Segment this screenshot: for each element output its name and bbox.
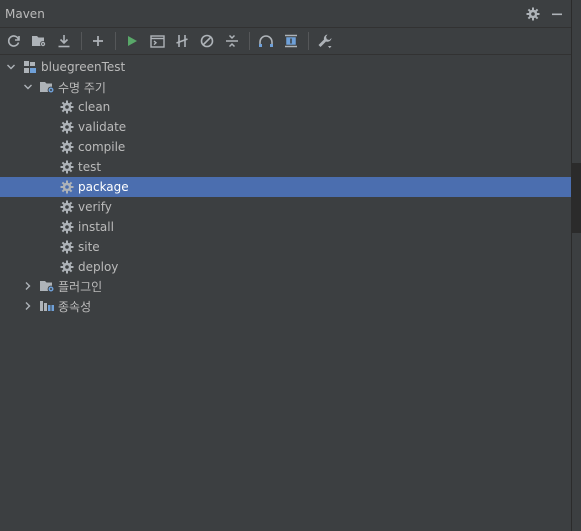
execute-goal-icon[interactable] — [145, 29, 169, 53]
tree-node-goal[interactable]: compile — [0, 137, 571, 157]
chevron-down-icon[interactable] — [4, 60, 18, 74]
stripe-tab[interactable] — [572, 112, 581, 160]
toolbar-separator — [81, 32, 82, 50]
tree-node-dependencies[interactable]: 종속성 — [0, 296, 571, 316]
dependencies-library-icon — [39, 298, 55, 314]
toggle-offline-icon[interactable] — [170, 29, 194, 53]
goal-label: verify — [78, 200, 112, 214]
tree-node-goal[interactable]: validate — [0, 117, 571, 137]
maven-tool-window: Maven bluegreenTest 수명 주기 clean validate… — [0, 0, 581, 531]
gear-icon — [59, 199, 75, 215]
tree-node-goal[interactable]: install — [0, 217, 571, 237]
goal-label: install — [78, 220, 114, 234]
goal-label: compile — [78, 140, 126, 154]
gear-icon — [59, 139, 75, 155]
generate-sources-icon[interactable] — [27, 29, 51, 53]
tree-node-lifecycle[interactable]: 수명 주기 — [0, 77, 571, 97]
toolbar-separator — [308, 32, 309, 50]
tree-node-goal-selected[interactable]: package — [0, 177, 571, 197]
gear-icon — [59, 179, 75, 195]
plugins-folder-icon — [39, 278, 55, 294]
expand-all-icon[interactable] — [279, 29, 303, 53]
gear-icon — [59, 119, 75, 135]
stripe-tab-maven[interactable] — [572, 163, 581, 233]
goal-label: clean — [78, 100, 111, 114]
toolbar-separator — [249, 32, 250, 50]
goal-label: package — [78, 180, 129, 194]
dependencies-label: 종속성 — [58, 299, 92, 314]
add-icon[interactable] — [86, 29, 110, 53]
settings-wrench-icon[interactable] — [313, 29, 337, 53]
download-icon[interactable] — [52, 29, 76, 53]
chevron-down-icon[interactable] — [21, 80, 35, 94]
gear-icon — [59, 159, 75, 175]
toolbar-separator — [115, 32, 116, 50]
tree-node-project[interactable]: bluegreenTest — [0, 57, 571, 77]
skip-tests-icon[interactable] — [195, 29, 219, 53]
tool-window-header: Maven — [0, 0, 571, 28]
lifecycle-folder-icon — [39, 79, 55, 95]
gear-icon — [59, 259, 75, 275]
lifecycle-label: 수명 주기 — [58, 80, 106, 95]
maven-project-icon — [22, 59, 38, 75]
show-dependencies-icon[interactable] — [254, 29, 278, 53]
tool-window-title: Maven — [5, 6, 45, 21]
maven-toolbar — [0, 28, 571, 55]
tree-node-goal[interactable]: test — [0, 157, 571, 177]
maven-project-tree: bluegreenTest 수명 주기 clean validate compi… — [0, 56, 571, 531]
tree-node-goal[interactable]: deploy — [0, 257, 571, 277]
reload-icon[interactable] — [2, 29, 26, 53]
goal-label: validate — [78, 120, 127, 134]
goal-label: deploy — [78, 260, 119, 274]
minimize-icon[interactable] — [547, 4, 567, 24]
settings-gear-icon[interactable] — [523, 4, 543, 24]
gear-icon — [59, 239, 75, 255]
run-icon[interactable] — [120, 29, 144, 53]
project-label: bluegreenTest — [41, 60, 126, 74]
plugins-label: 플러그인 — [58, 279, 103, 294]
gear-icon — [59, 219, 75, 235]
right-tool-stripe — [571, 0, 581, 531]
stripe-tab[interactable] — [572, 28, 581, 108]
tree-node-goal[interactable]: verify — [0, 197, 571, 217]
tree-node-plugins[interactable]: 플러그인 — [0, 276, 571, 296]
tree-node-goal[interactable]: site — [0, 237, 571, 257]
collapse-icon[interactable] — [220, 29, 244, 53]
gear-icon — [59, 99, 75, 115]
goal-label: site — [78, 240, 100, 254]
chevron-right-icon[interactable] — [21, 279, 35, 293]
goal-label: test — [78, 160, 102, 174]
chevron-right-icon[interactable] — [21, 299, 35, 313]
tree-node-goal[interactable]: clean — [0, 97, 571, 117]
